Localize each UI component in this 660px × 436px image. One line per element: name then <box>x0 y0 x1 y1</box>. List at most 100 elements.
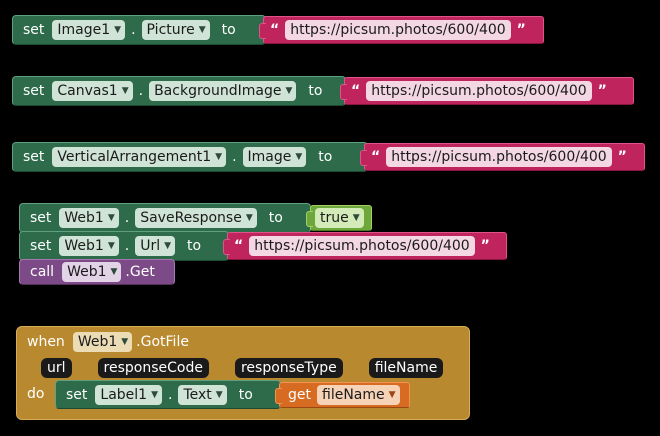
component-label: Web1 <box>64 238 104 254</box>
component-dropdown[interactable]: Web1 ▼ <box>62 262 122 282</box>
component-label: Web1 <box>77 334 118 350</box>
dropdown-arrow-icon: ▼ <box>198 25 206 35</box>
variable-label: fileName <box>322 387 385 403</box>
component-label: Canvas1 <box>57 83 118 99</box>
quote-open: “ <box>234 238 244 254</box>
dot-separator: . <box>138 83 144 99</box>
dropdown-arrow-icon: ▼ <box>114 25 122 35</box>
component-label: Web1 <box>64 210 104 226</box>
component-dropdown[interactable]: Canvas1 ▼ <box>52 81 133 101</box>
property-dropdown[interactable]: Url ▼ <box>135 236 176 256</box>
dot-separator: . <box>131 22 136 38</box>
dropdown-arrow-icon: ▼ <box>352 213 360 223</box>
quote-open: “ <box>351 83 361 99</box>
set-keyword: set <box>23 22 45 38</box>
set-label1-text-block[interactable]: set Label1 ▼ . Text ▼ to <box>55 380 281 409</box>
text-plug <box>340 84 347 100</box>
property-dropdown[interactable]: SaveResponse ▼ <box>135 208 257 228</box>
string-field[interactable]: https://picsum.photos/600/400 <box>249 236 475 256</box>
quote-open: “ <box>371 149 381 165</box>
call-keyword: call <box>30 264 55 280</box>
set-keyword: set <box>30 238 52 254</box>
get-plug <box>275 388 282 404</box>
component-dropdown[interactable]: Web1 ▼ <box>59 208 119 228</box>
component-label: Web1 <box>67 264 107 280</box>
dropdown-arrow-icon: ▼ <box>215 389 223 400</box>
property-dropdown[interactable]: Image ▼ <box>242 147 307 167</box>
property-label: SaveResponse <box>140 210 242 226</box>
param-responsecode[interactable]: responseCode <box>97 358 209 378</box>
dropdown-arrow-icon: ▼ <box>110 267 118 277</box>
set-web1-saveresponse-block[interactable]: set Web1 ▼ . SaveResponse ▼ to <box>19 203 311 233</box>
quote-close: ” <box>597 83 607 99</box>
string-field[interactable]: https://picsum.photos/600/400 <box>386 147 612 167</box>
property-label: Text <box>183 386 212 403</box>
component-dropdown[interactable]: Web1 ▼ <box>72 332 133 352</box>
to-keyword: to <box>318 149 333 165</box>
set-canvas1-backgroundimage-block[interactable]: set Canvas1 ▼ . BackgroundImage ▼ to <box>12 76 346 106</box>
set-keyword: set <box>30 210 52 226</box>
property-label: Picture <box>146 22 195 38</box>
set-verticalarrangement1-image-block[interactable]: set VerticalArrangement1 ▼ . Image ▼ to <box>12 142 368 172</box>
do-keyword: do <box>27 386 45 402</box>
to-keyword: to <box>238 386 253 403</box>
text-plug <box>259 23 266 39</box>
text-string-block[interactable]: “ https://picsum.photos/600/400 ” <box>340 77 634 105</box>
string-field[interactable]: https://picsum.photos/600/400 <box>366 81 592 101</box>
to-keyword: to <box>221 22 236 38</box>
to-keyword: to <box>268 210 283 226</box>
property-label: Url <box>140 238 161 254</box>
boolean-plug <box>306 211 313 227</box>
dropdown-arrow-icon: ▼ <box>295 152 303 162</box>
dropdown-arrow-icon: ▼ <box>121 86 129 96</box>
component-dropdown[interactable]: Image1 ▼ <box>52 20 126 40</box>
call-web1-get-block[interactable]: call Web1 ▼ .Get <box>19 259 175 285</box>
dropdown-arrow-icon: ▼ <box>151 389 159 400</box>
event-params: url responseCode responseType fileName <box>41 358 444 378</box>
set-keyword: set <box>23 83 45 99</box>
boolean-dropdown[interactable]: true ▼ <box>315 208 364 228</box>
get-filename-block[interactable]: get fileName ▼ <box>275 382 410 408</box>
when-keyword: when <box>27 334 65 350</box>
property-label: BackgroundImage <box>154 83 282 99</box>
property-dropdown[interactable]: Text ▼ <box>178 384 227 405</box>
component-label: Label1 <box>100 386 148 403</box>
set-web1-url-block[interactable]: set Web1 ▼ . Url ▼ to <box>19 231 229 261</box>
boolean-value: true <box>320 210 349 226</box>
text-string-block[interactable]: “ https://picsum.photos/600/400 ” <box>223 232 507 260</box>
text-string-block[interactable]: “ https://picsum.photos/600/400 ” <box>259 16 544 44</box>
set-keyword: set <box>23 149 45 165</box>
text-plug <box>223 239 230 255</box>
variable-dropdown[interactable]: fileName ▼ <box>317 385 400 405</box>
string-field[interactable]: https://picsum.photos/600/400 <box>285 20 511 40</box>
set-keyword: set <box>66 386 88 403</box>
component-dropdown[interactable]: Web1 ▼ <box>59 236 119 256</box>
component-label: VerticalArrangement1 <box>57 149 212 165</box>
quote-close: ” <box>617 149 627 165</box>
event-label: .GotFile <box>136 334 189 350</box>
param-responsetype[interactable]: responseType <box>234 358 343 378</box>
text-string-block[interactable]: “ https://picsum.photos/600/400 ” <box>360 143 645 171</box>
property-dropdown[interactable]: Picture ▼ <box>141 20 210 40</box>
dropdown-arrow-icon: ▼ <box>388 390 396 400</box>
component-dropdown[interactable]: VerticalArrangement1 ▼ <box>52 147 227 167</box>
component-dropdown[interactable]: Label1 ▼ <box>95 384 163 405</box>
dot-separator: . <box>124 210 130 226</box>
set-image1-picture-block[interactable]: set Image1 ▼ . Picture ▼ to <box>12 15 266 45</box>
get-keyword: get <box>288 387 311 403</box>
param-url[interactable]: url <box>41 358 72 378</box>
component-label: Image1 <box>57 22 111 38</box>
dropdown-arrow-icon: ▼ <box>245 213 253 223</box>
quote-open: “ <box>270 22 280 38</box>
quote-close: ” <box>480 238 490 254</box>
text-plug <box>360 150 367 166</box>
dot-separator: . <box>232 149 237 165</box>
dropdown-arrow-icon: ▼ <box>107 213 115 223</box>
event-header: when Web1 ▼ .GotFile <box>27 332 189 352</box>
to-keyword: to <box>187 238 202 254</box>
boolean-block[interactable]: true ▼ <box>306 205 372 231</box>
param-filename[interactable]: fileName <box>368 358 444 378</box>
dropdown-arrow-icon: ▼ <box>215 152 223 162</box>
property-dropdown[interactable]: BackgroundImage ▼ <box>149 81 297 101</box>
property-label: Image <box>247 149 292 165</box>
